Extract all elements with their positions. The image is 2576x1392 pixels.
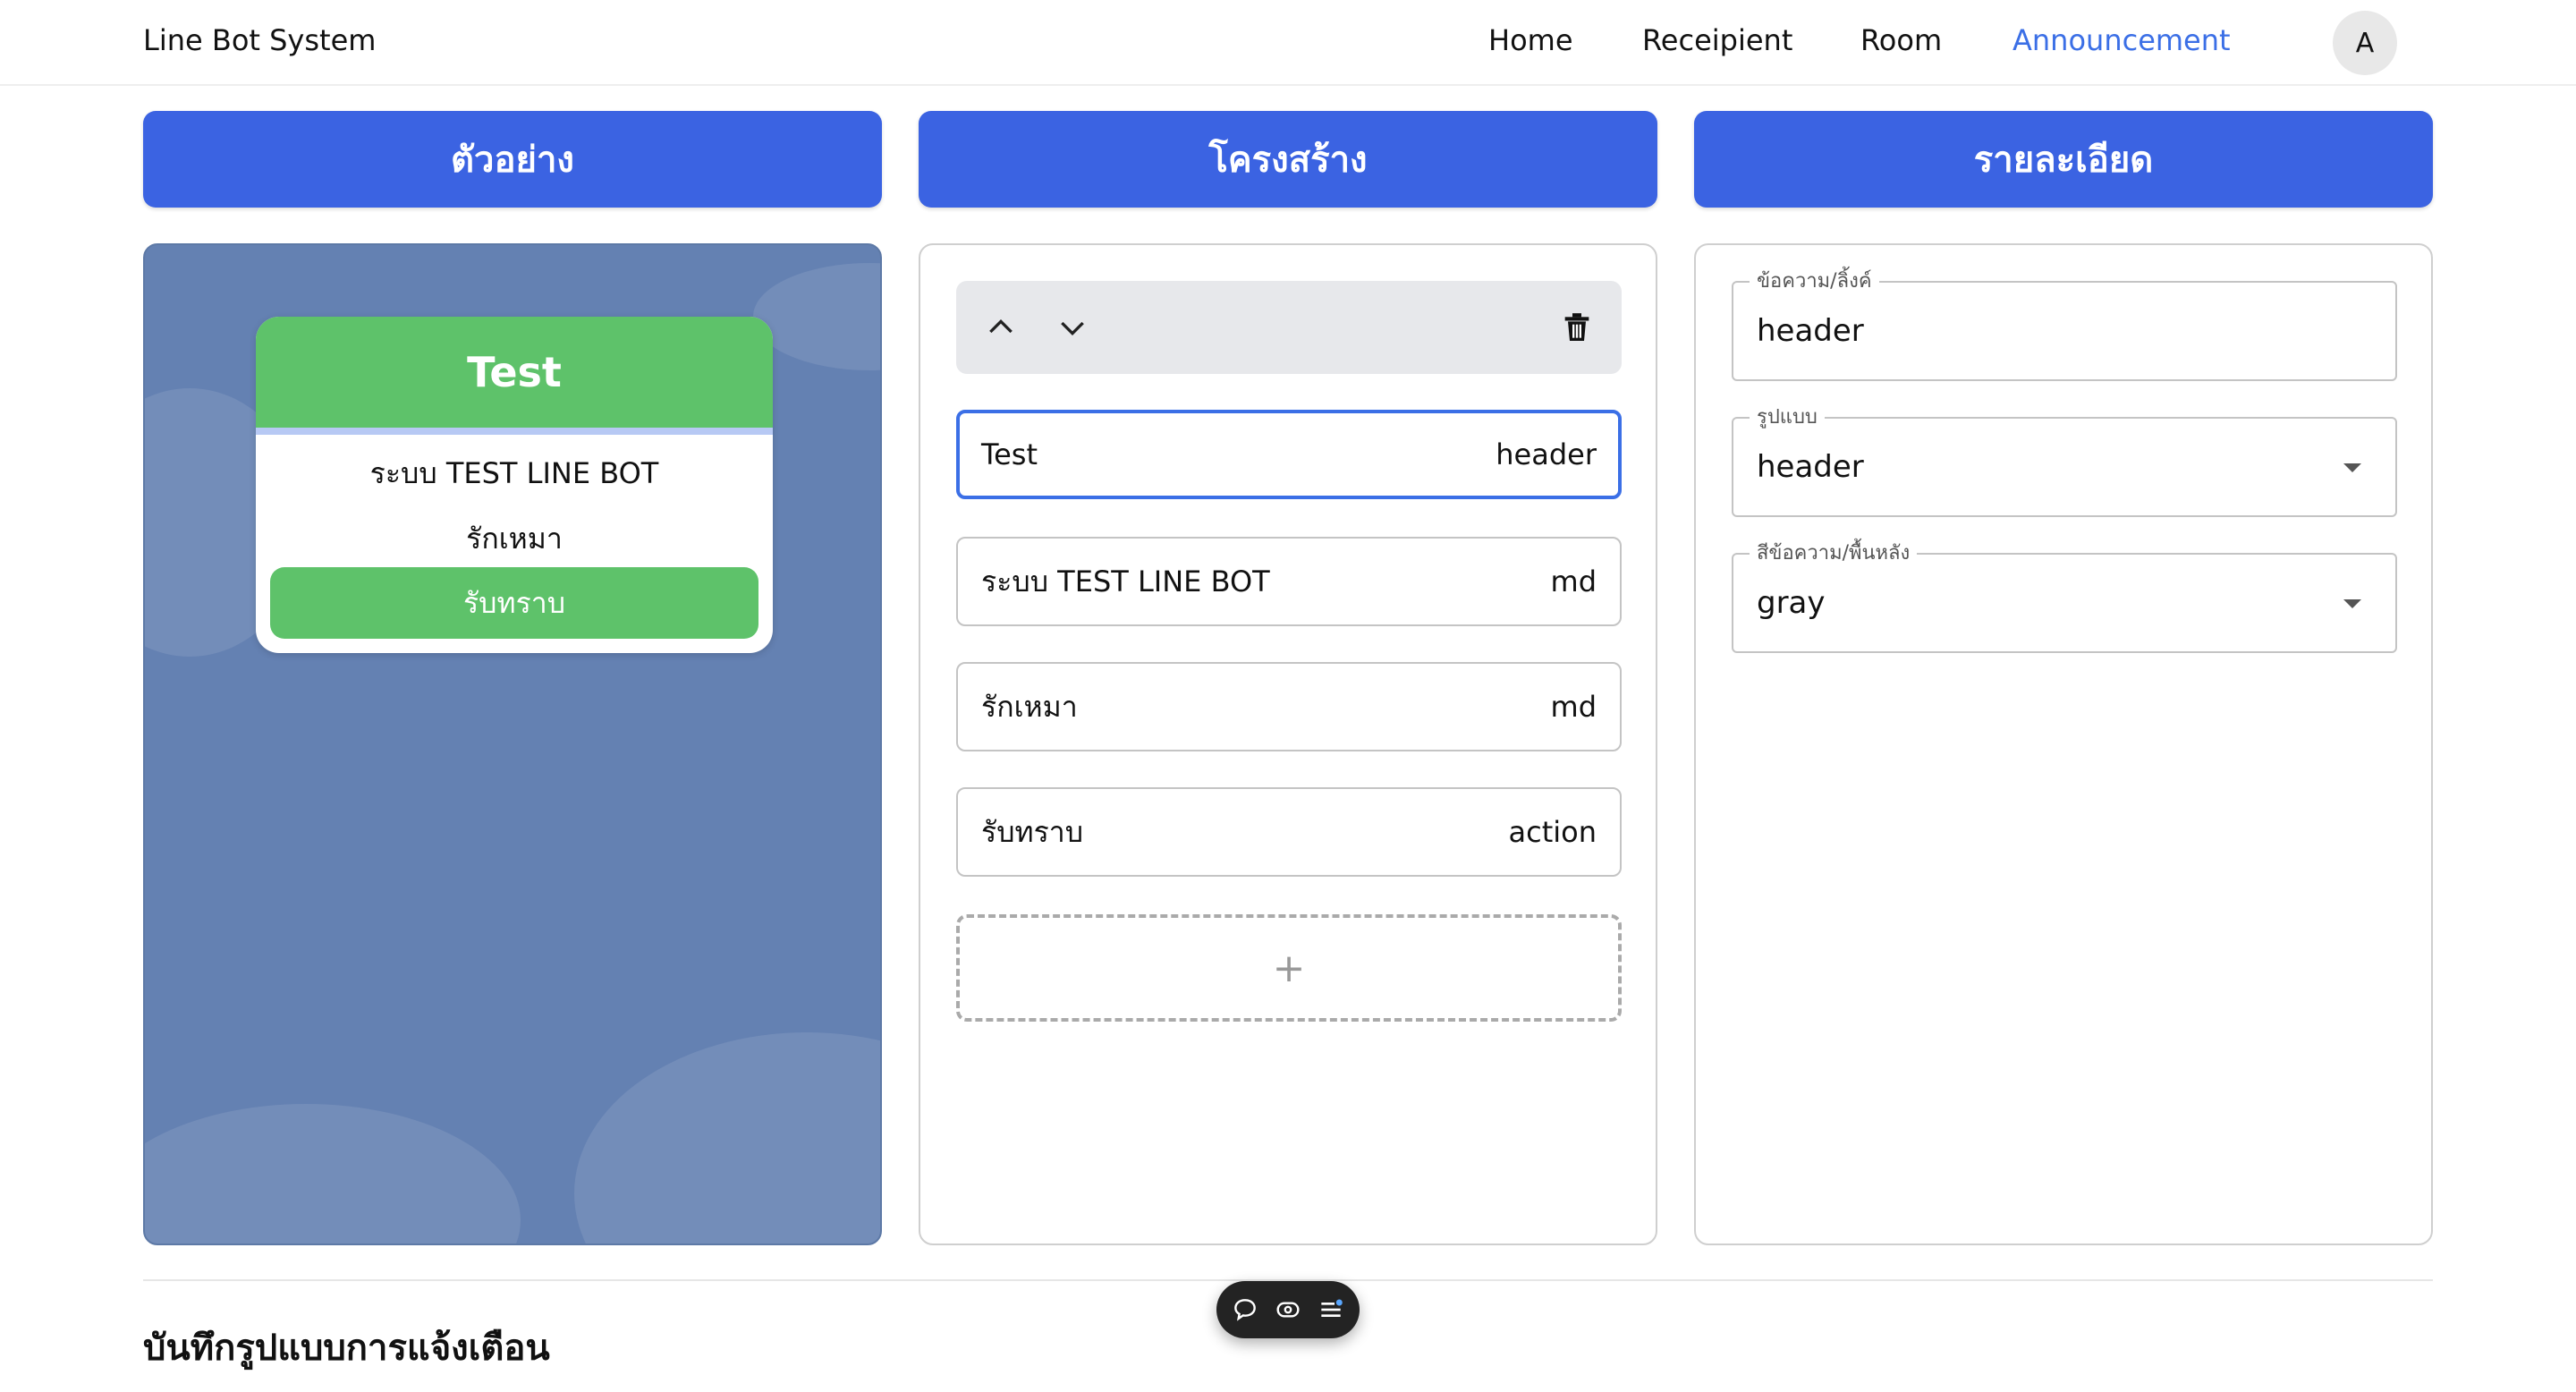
eye-icon[interactable] [1274, 1295, 1302, 1324]
row-type: md [1550, 564, 1597, 598]
floating-toolbar [1216, 1281, 1360, 1338]
section-structure-button[interactable]: โครงสร้าง [919, 111, 1657, 208]
preview-panel: Test ระบบ TEST LINE BOT รักเหมา รับทราบ [143, 243, 882, 1245]
brand-title[interactable]: Line Bot System [143, 23, 376, 57]
cloud-decoration [145, 1104, 521, 1243]
flex-action-button[interactable]: รับทราบ [270, 567, 758, 639]
chevron-down-icon[interactable] [1055, 310, 1090, 345]
plus-icon: + [1272, 945, 1306, 991]
details-panel: ข้อความ/ลิ้งค์ header รูปแบบ header สีข้… [1694, 243, 2433, 1245]
structure-row[interactable]: ระบบ TEST LINE BOT md [956, 537, 1622, 626]
row-text: รับทราบ [981, 814, 1084, 849]
structure-row[interactable]: Test header [956, 410, 1622, 499]
user-avatar[interactable]: A [2333, 11, 2397, 75]
field-label: รูปแบบ [1750, 406, 1825, 429]
chevron-up-icon[interactable] [983, 310, 1019, 345]
field-label: สีข้อความ/พื้นหลัง [1750, 542, 1918, 565]
flex-message-card: Test ระบบ TEST LINE BOT รักเหมา รับทราบ [256, 317, 773, 653]
structure-row[interactable]: รักเหมา md [956, 662, 1622, 751]
text-link-field[interactable]: ข้อความ/ลิ้งค์ header [1732, 270, 2397, 381]
nav-announcement[interactable]: Announcement [2012, 23, 2231, 57]
row-text: ระบบ TEST LINE BOT [981, 564, 1270, 598]
field-value: header [1757, 449, 1864, 485]
nav-room[interactable]: Room [1860, 23, 1942, 57]
color-select[interactable]: สีข้อความ/พื้นหลัง gray [1732, 542, 2397, 653]
row-type: action [1508, 815, 1597, 849]
trash-icon[interactable] [1559, 310, 1595, 345]
flex-header: Test [256, 317, 773, 435]
top-navbar: Line Bot System Home Receipient Room Ann… [0, 0, 2576, 86]
chat-bubble-icon[interactable] [1231, 1295, 1259, 1324]
field-value: header [1757, 313, 1864, 349]
section-details-button[interactable]: รายละเอียด [1694, 111, 2433, 208]
field-value: gray [1757, 585, 1826, 621]
flex-body-line: รักเหมา [466, 522, 563, 556]
section-preview-button[interactable]: ตัวอย่าง [143, 111, 882, 208]
row-text: Test [981, 437, 1038, 471]
structure-row[interactable]: รับทราบ action [956, 787, 1622, 877]
style-select[interactable]: รูปแบบ header [1732, 406, 2397, 517]
nav-home[interactable]: Home [1488, 23, 1573, 57]
row-type: md [1550, 690, 1597, 724]
row-type: header [1496, 437, 1597, 471]
field-label: ข้อความ/ลิ้งค์ [1750, 270, 1879, 293]
nav-receipient[interactable]: Receipient [1642, 23, 1792, 57]
dropdown-arrow-icon [2343, 463, 2361, 472]
row-text: รักเหมา [981, 689, 1078, 724]
saved-templates-heading: บันทึกรูปแบบการแจ้งเตือน [143, 1328, 550, 1369]
dropdown-arrow-icon [2343, 599, 2361, 608]
structure-panel: Test header ระบบ TEST LINE BOT md รักเหม… [919, 243, 1657, 1245]
menu-list-icon[interactable] [1317, 1295, 1345, 1324]
cloud-decoration [574, 1032, 880, 1243]
add-element-button[interactable]: + [956, 914, 1622, 1022]
flex-body-line: ระบบ TEST LINE BOT [369, 456, 659, 490]
structure-toolbar [956, 281, 1622, 374]
